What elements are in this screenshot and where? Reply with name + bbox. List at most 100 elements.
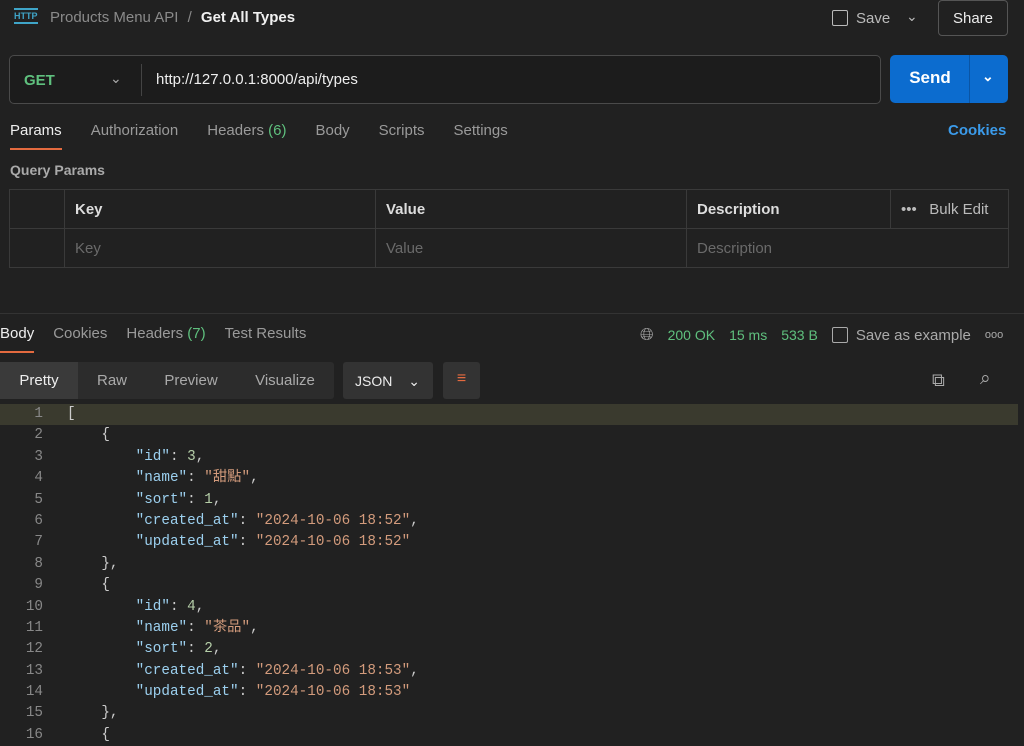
wrap-lines-icon[interactable]: ≡ (443, 362, 480, 399)
chevron-down-icon: ⌄ (408, 373, 420, 389)
code-text: "created_at": "2024-10-06 18:53", (67, 661, 419, 682)
tab-headers[interactable]: Headers (6) (207, 122, 286, 150)
cookies-link[interactable]: Cookies (948, 122, 1006, 139)
bulk-edit-button[interactable]: ••• Bulk Edit (890, 189, 1009, 229)
code-token: , (212, 641, 222, 658)
code-token: 4 (187, 598, 196, 615)
line-number: 11 (25, 619, 43, 636)
response-status: 🌐︎ 200 OK 15 ms 533 B Save as example oo… (640, 325, 1003, 345)
tab-response-body[interactable]: Body (0, 325, 35, 353)
divider (141, 64, 142, 96)
breadcrumb: Products Menu API / Get All Types (50, 9, 295, 26)
copy-icon[interactable]: ⧉ (932, 370, 945, 391)
tab-settings[interactable]: Settings (454, 122, 508, 150)
code-token: "2024-10-06 18:53" (255, 684, 411, 701)
url-input[interactable]: http://127.0.0.1:8000/api/types (156, 71, 358, 88)
more-icon[interactable]: ••• (901, 201, 917, 218)
method-select[interactable]: GET (24, 72, 55, 89)
globe-icon[interactable]: 🌐︎ (640, 325, 654, 345)
code-text: { (67, 425, 110, 446)
share-button[interactable]: Share (938, 0, 1008, 36)
tab-response-cookies[interactable]: Cookies (53, 325, 107, 353)
header-bar: HTTP Products Menu API / Get All Types S… (0, 0, 1024, 40)
code-text: "sort": 1, (67, 490, 222, 511)
code-token: "id" (135, 598, 170, 615)
breadcrumb-collection[interactable]: Products Menu API (50, 9, 178, 26)
code-token: : (187, 619, 205, 636)
divider (0, 313, 1024, 314)
search-icon[interactable]: ⌕ (980, 368, 991, 390)
line-number: 10 (25, 598, 43, 615)
code-token: : (187, 470, 205, 487)
query-params-table: Key Value Description ••• Bulk Edit Key … (9, 189, 1009, 268)
code-token: { (67, 577, 110, 594)
code-token: , (195, 598, 205, 615)
code-line: 15 }, (0, 703, 1018, 724)
request-tabs: Params Authorization Headers (6) Body Sc… (10, 122, 508, 150)
code-line: 4 "name": "甜點", (0, 468, 1018, 489)
code-token: , (212, 491, 222, 508)
send-options-chevron-icon[interactable]: ⌄ (982, 68, 994, 85)
value-input[interactable]: Value (375, 228, 687, 268)
save-options-chevron-icon[interactable]: ⌄ (906, 8, 918, 25)
save-as-example-button[interactable]: Save as example (831, 327, 971, 344)
value-header: Value (375, 189, 687, 229)
code-token: "sort" (135, 641, 188, 658)
tab-scripts[interactable]: Scripts (379, 122, 425, 150)
view-visualize[interactable]: Visualize (236, 362, 334, 399)
code-text: { (67, 725, 110, 746)
response-body-editor[interactable]: 1[2 {3 "id": 3, 4 "name": "甜點", 5 "sort": … (0, 404, 1018, 745)
tab-authorization[interactable]: Authorization (91, 122, 179, 150)
tab-params[interactable]: Params (10, 122, 62, 150)
view-raw[interactable]: Raw (78, 362, 146, 399)
code-token: }, (67, 555, 119, 572)
tab-body[interactable]: Body (315, 122, 349, 150)
key-input[interactable]: Key (64, 228, 376, 268)
line-number: 8 (34, 555, 43, 572)
code-text: "updated_at": "2024-10-06 18:53" (67, 682, 411, 703)
chevron-down-icon[interactable]: ⌄ (110, 70, 122, 87)
response-size[interactable]: 533 B (781, 327, 818, 343)
code-token: : (187, 491, 205, 508)
code-line: 3 "id": 3, (0, 447, 1018, 468)
response-time[interactable]: 15 ms (729, 327, 767, 343)
headers-count: (7) (187, 325, 206, 342)
code-text: "id": 3, (67, 447, 205, 468)
code-token: "2024-10-06 18:52" (255, 534, 411, 551)
save-button[interactable]: Save (832, 6, 890, 30)
code-token: : (238, 684, 256, 701)
code-token: [ (67, 406, 76, 422)
description-header: Description (686, 189, 891, 229)
code-token: "sort" (135, 491, 188, 508)
code-token: : (238, 662, 256, 679)
query-params-title: Query Params (10, 162, 105, 178)
save-label: Save (856, 9, 891, 27)
view-pretty[interactable]: Pretty (0, 362, 78, 399)
code-token: "updated_at" (135, 534, 239, 551)
tab-response-headers[interactable]: Headers (7) (126, 325, 205, 353)
format-label: JSON (355, 373, 393, 389)
code-token: , (195, 448, 205, 465)
more-options-icon[interactable]: ooo (985, 329, 1003, 341)
code-token: : (238, 512, 256, 529)
send-label: Send (909, 68, 951, 87)
send-button[interactable]: Send ⌄ (890, 55, 1008, 103)
code-line: 9 { (0, 575, 1018, 596)
request-title[interactable]: Get All Types (201, 9, 295, 26)
code-token: : (169, 598, 188, 615)
code-token: "updated_at" (135, 684, 239, 701)
status-code[interactable]: 200 OK (668, 327, 715, 343)
tab-test-results[interactable]: Test Results (225, 325, 307, 353)
checkbox-column (9, 189, 65, 229)
description-input[interactable]: Description (686, 228, 1009, 268)
code-line: 7 "updated_at": "2024-10-06 18:52" (0, 532, 1018, 553)
view-preview[interactable]: Preview (146, 362, 236, 399)
format-select[interactable]: JSON ⌄ (343, 362, 433, 399)
code-line: 2 { (0, 425, 1018, 446)
